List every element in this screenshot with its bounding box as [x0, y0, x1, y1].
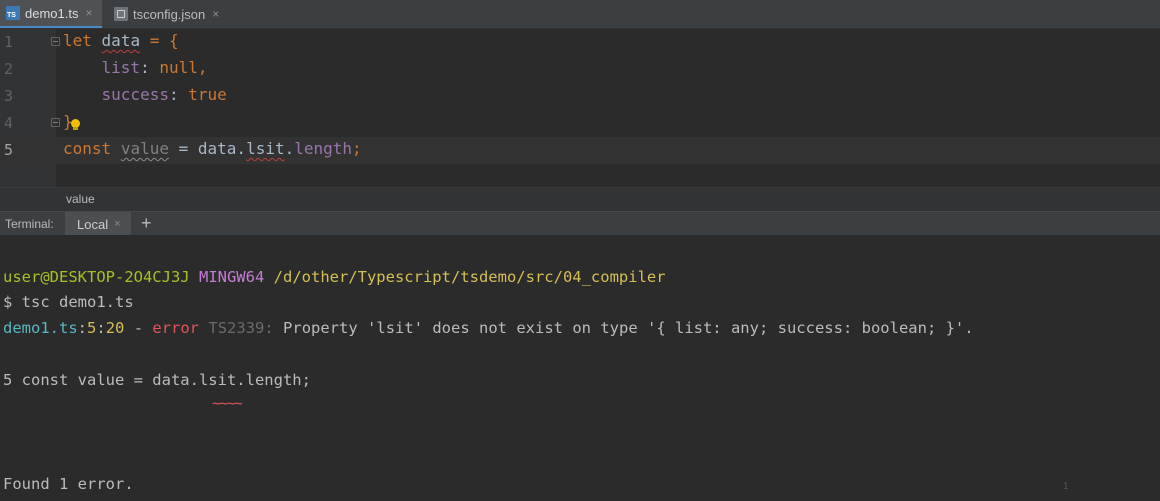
terminal-header: Terminal: Local × +	[0, 211, 1160, 236]
ts-file-icon: TS	[6, 6, 20, 20]
fold-toggle-icon[interactable]	[51, 118, 60, 127]
close-icon[interactable]: ×	[85, 6, 92, 20]
terminal-label: Terminal:	[5, 217, 54, 231]
code-line[interactable]: 2 list: null,	[0, 56, 1160, 83]
line-number: 3	[4, 87, 14, 105]
add-terminal-icon[interactable]: +	[141, 213, 152, 234]
code-text: list: null,	[101, 58, 208, 77]
terminal-error-line: demo1.ts:5:20 - error TS2339: Property '…	[3, 319, 974, 337]
close-icon[interactable]: ×	[114, 218, 120, 230]
code-line[interactable]: 1 let data = {	[0, 29, 1160, 56]
code-text: success: true	[101, 85, 227, 104]
line-number: 4	[4, 114, 14, 132]
close-icon[interactable]: ×	[212, 7, 219, 21]
terminal-source-line: 5 const value = data.lsit.length;	[3, 371, 311, 389]
breadcrumb-item[interactable]: value	[66, 192, 95, 206]
code-text: let data = {	[63, 31, 179, 50]
tab-demo1-ts[interactable]: TS demo1.ts ×	[0, 0, 102, 28]
code-line[interactable]: 4 }	[0, 110, 1160, 137]
terminal-tab-label: Local	[77, 216, 109, 232]
terminal-summary-line: Found 1 error.	[3, 475, 134, 493]
terminal-command-line: $ tsc demo1.ts	[3, 293, 134, 311]
terminal-output[interactable]: user@DESKTOP-2O4CJ3J MINGW64 /d/other/Ty…	[0, 235, 1160, 501]
fold-toggle-icon[interactable]	[51, 37, 60, 46]
line-number: 1	[4, 33, 14, 51]
json-file-icon	[114, 7, 128, 21]
code-line[interactable]: 3 success: true	[0, 83, 1160, 110]
tab-label: demo1.ts	[25, 5, 79, 21]
code-line-current[interactable]: 5 const value = data.lsit.length;	[0, 137, 1160, 164]
tab-tsconfig-json[interactable]: tsconfig.json ×	[108, 0, 226, 28]
breadcrumb: value	[0, 187, 1160, 211]
line-number: 2	[4, 60, 14, 78]
terminal-tab-local[interactable]: Local ×	[65, 212, 131, 236]
terminal-marker: 1	[1063, 481, 1069, 492]
editor-tab-bar: TS demo1.ts × tsconfig.json ×	[0, 0, 1160, 29]
lightbulb-icon[interactable]	[71, 119, 80, 130]
line-number: 5	[4, 141, 14, 159]
terminal-prompt-line: user@DESKTOP-2O4CJ3J MINGW64 /d/other/Ty…	[3, 268, 666, 286]
error-underline: ~~~~	[212, 396, 243, 412]
code-editor[interactable]: 1 let data = { 2 list: null, 3 success: …	[0, 29, 1160, 187]
tab-label: tsconfig.json	[133, 6, 206, 22]
code-text: const value = data.lsit.length;	[63, 139, 362, 158]
